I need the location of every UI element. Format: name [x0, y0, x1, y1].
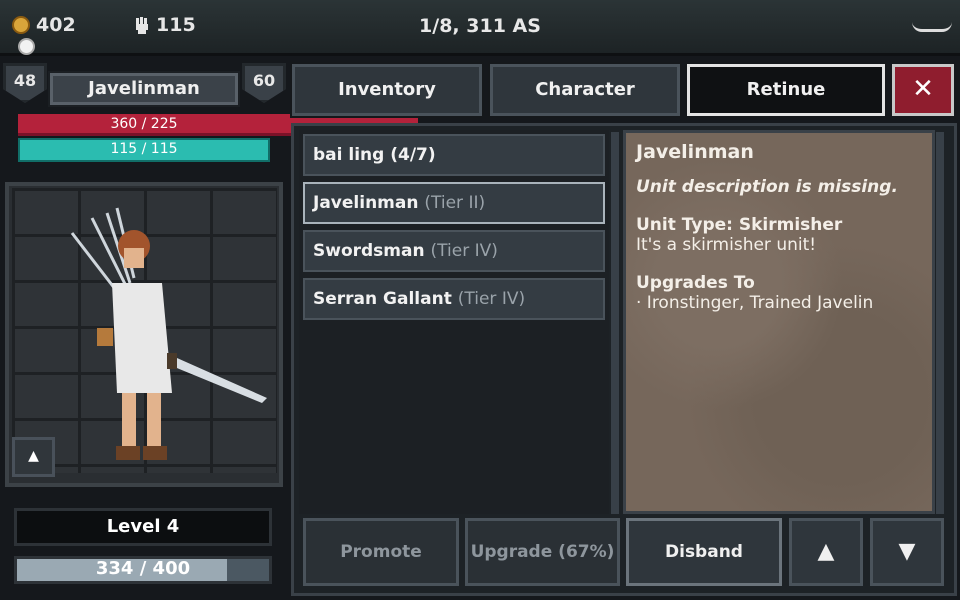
attack-shield-badge: 48	[3, 63, 47, 103]
unit-description: Javelinman Unit description is missing. …	[623, 130, 935, 514]
mana-text: 115 / 115	[110, 141, 178, 157]
upgrades-heading: Upgrades To	[636, 273, 755, 293]
defense-shield-badge: 60	[242, 63, 286, 103]
unit-tier: (Tier IV)	[457, 289, 526, 309]
unit-type-text: It's a skirmisher unit!	[636, 235, 817, 255]
defense-value: 60	[252, 71, 276, 90]
top-bar: 402 115 1/8, 311 AS	[0, 0, 960, 56]
description-title: Javelinman	[636, 141, 754, 163]
unit-tier: (Tier IV)	[430, 241, 498, 261]
upgrade-button[interactable]: Upgrade (67%)	[465, 518, 620, 586]
description-scrollbar[interactable]	[936, 132, 944, 514]
unit-name: Swordsman	[313, 241, 425, 261]
tab-character[interactable]: Character	[488, 62, 682, 118]
unit-name: Serran Gallant	[313, 289, 452, 309]
unit-type-heading: Unit Type: Skirmisher	[636, 215, 843, 235]
game-date: 1/8, 311 AS	[419, 15, 541, 37]
portrait-up-button[interactable]: ▲	[12, 437, 55, 477]
unit-name: Javelinman	[313, 193, 419, 213]
promote-button[interactable]: Promote	[303, 518, 459, 586]
health-text: 360 / 225	[110, 116, 178, 132]
unit-name: bai ling (4/7)	[313, 145, 436, 165]
unit-portrait	[12, 188, 277, 473]
unit-list-scrollbar[interactable]	[611, 132, 619, 514]
move-down-button[interactable]: ▼	[870, 518, 944, 586]
status-dot-icon[interactable]	[18, 38, 35, 55]
javelinman-sprite-icon	[70, 207, 267, 460]
tab-inventory[interactable]: Inventory	[290, 62, 484, 118]
xp-text: 334 / 400	[95, 558, 191, 579]
tab-retinue[interactable]: Retinue	[685, 62, 887, 118]
menu-handle-icon[interactable]	[912, 22, 952, 32]
list-item[interactable]: Serran Gallant (Tier IV)	[303, 278, 605, 320]
list-item[interactable]: Javelinman (Tier II)	[303, 182, 605, 224]
attack-value: 48	[13, 71, 37, 90]
list-item[interactable]: bai ling (4/7)	[303, 134, 605, 176]
description-missing: Unit description is missing.	[636, 177, 898, 197]
list-item[interactable]: Swordsman (Tier IV)	[303, 230, 605, 272]
level-label: Level 4	[14, 508, 272, 546]
disband-button[interactable]: Disband	[626, 518, 782, 586]
move-up-button[interactable]: ▲	[789, 518, 863, 586]
close-button[interactable]: ✕	[892, 64, 954, 116]
unit-tier: (Tier II)	[424, 193, 486, 213]
upgrades-text: · Ironstinger, Trained Javelin	[636, 293, 874, 313]
unit-name-plate: Javelinman	[48, 71, 240, 107]
